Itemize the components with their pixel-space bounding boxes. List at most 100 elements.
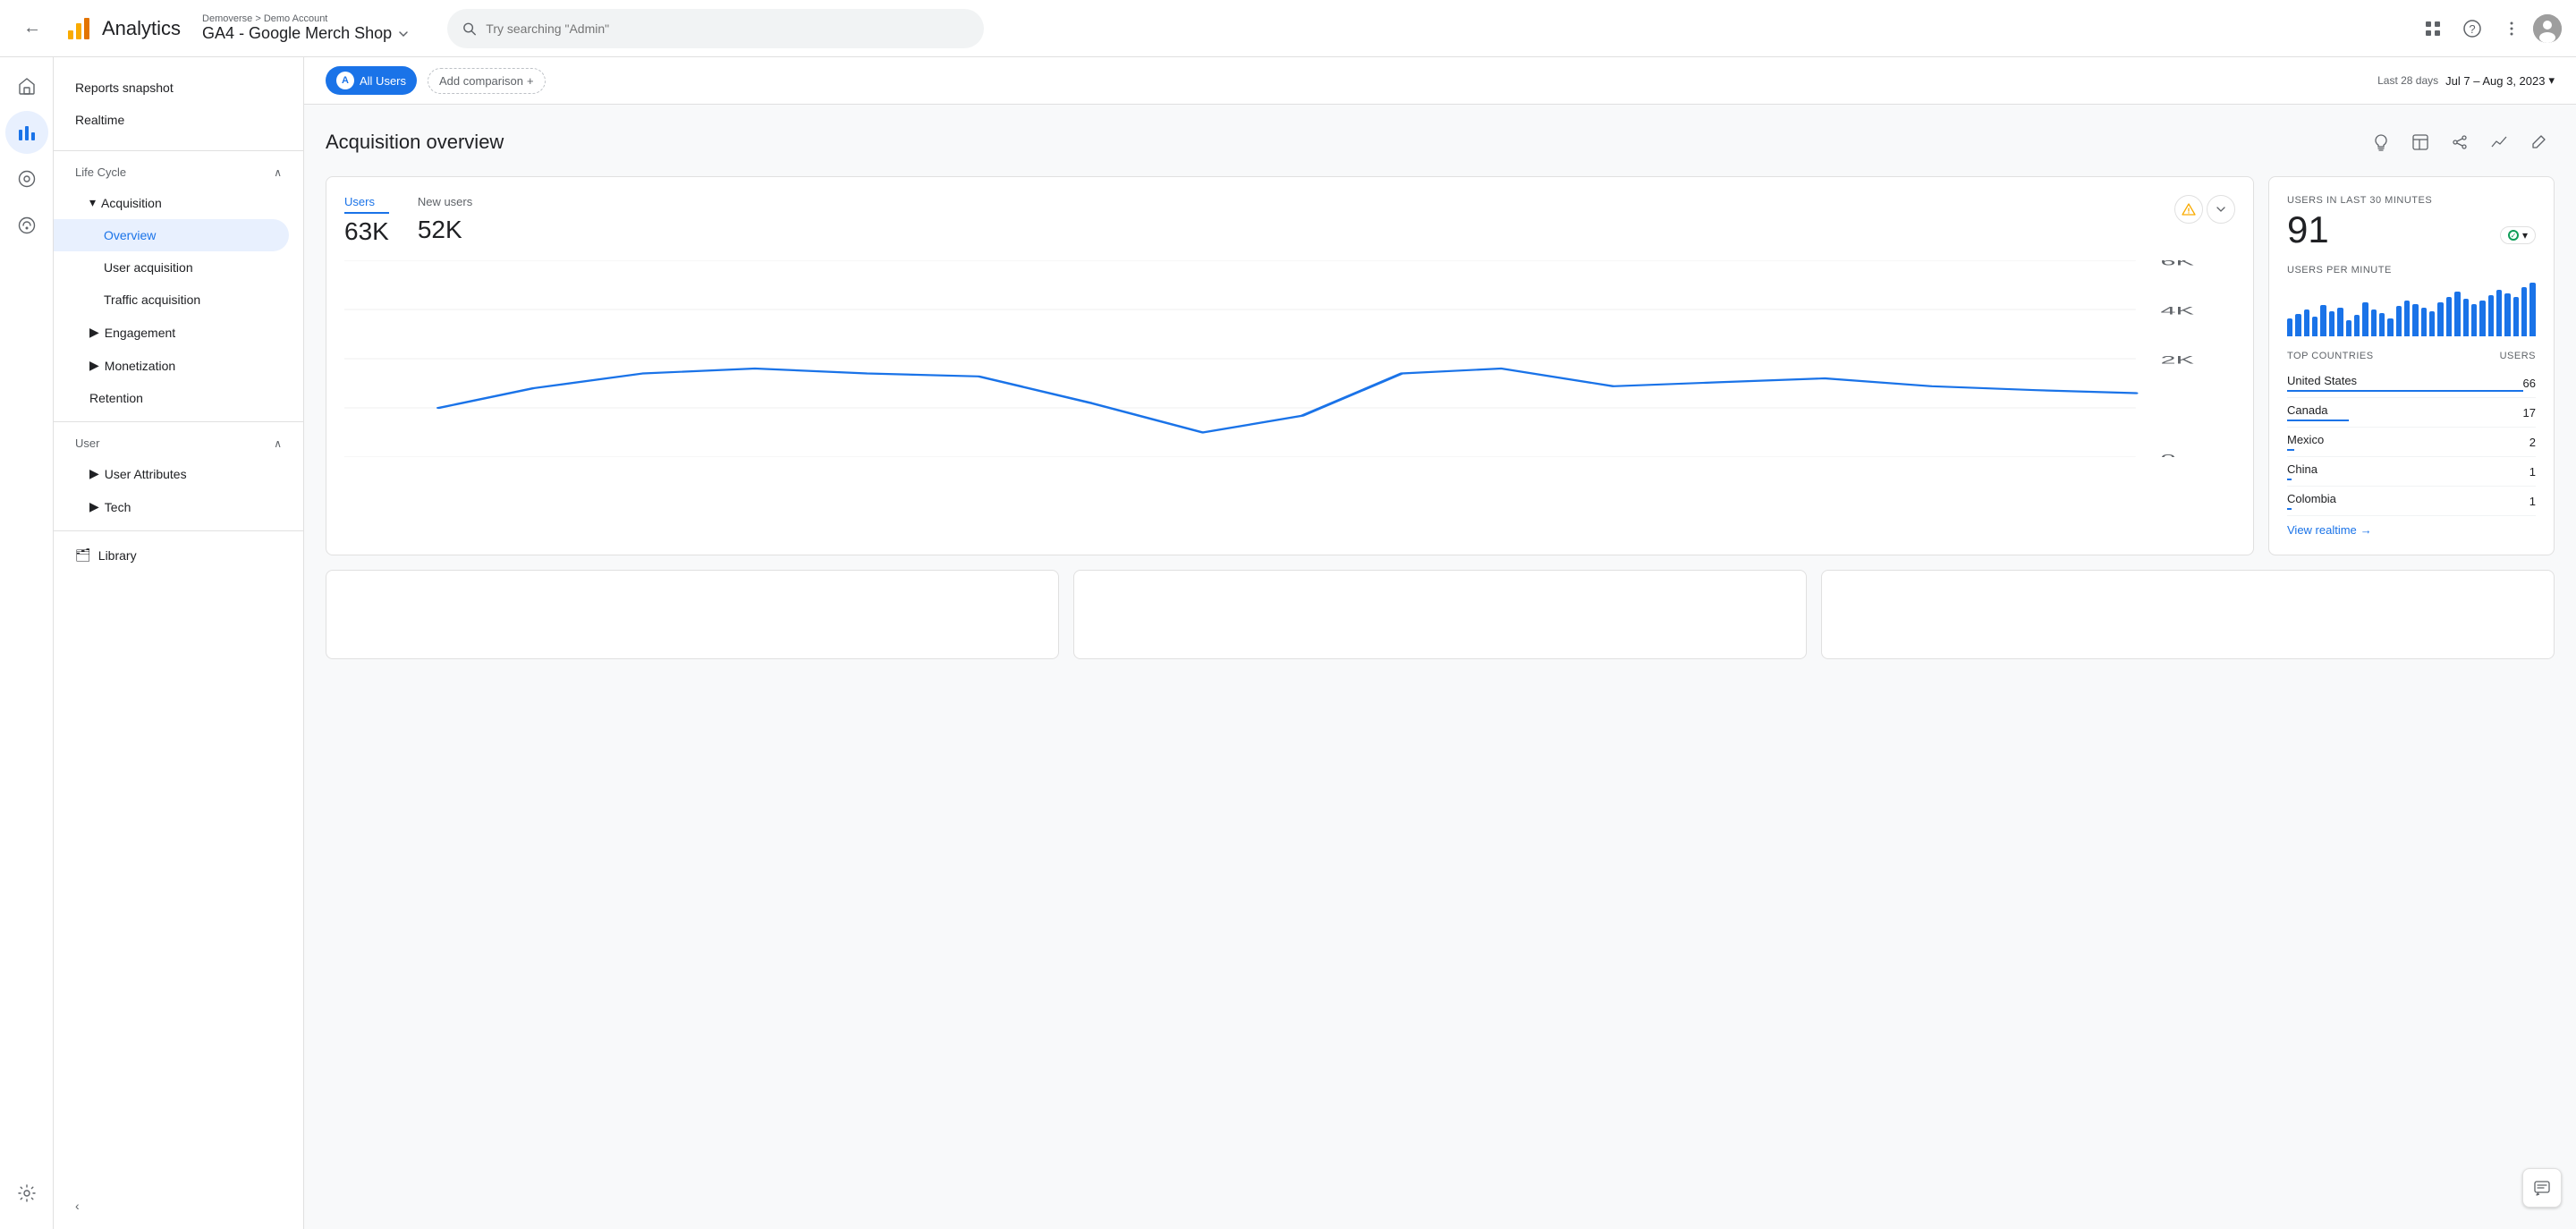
bottom-card-1 <box>326 570 1059 659</box>
mini-bar-item <box>2337 308 2343 336</box>
compare-button[interactable] <box>2483 126 2515 158</box>
mini-bar-item <box>2521 287 2527 336</box>
search-input[interactable] <box>486 21 970 36</box>
avatar[interactable] <box>2533 14 2562 43</box>
metrics-row: Users 63K New users 52K <box>344 195 2235 246</box>
insights-button[interactable] <box>2365 126 2397 158</box>
country-users: 1 <box>2529 465 2536 479</box>
analytics-logo-icon <box>64 14 93 43</box>
user-expand-icon: ∧ <box>274 437 282 450</box>
feedback-button[interactable] <box>2522 1168 2562 1208</box>
main-chart-card: Users 63K New users 52K <box>326 176 2254 555</box>
user-section-header[interactable]: User ∧ <box>54 429 303 457</box>
mini-bar-item <box>2513 297 2519 336</box>
sidebar-item-traffic-acquisition[interactable]: Traffic acquisition <box>54 284 303 316</box>
svg-text:4K: 4K <box>2161 305 2195 318</box>
alert-button[interactable] <box>2174 195 2203 224</box>
sidebar-divider-3 <box>54 530 303 531</box>
edit-button[interactable] <box>2522 126 2555 158</box>
page-title-row: Acquisition overview <box>326 126 2555 158</box>
share-button[interactable] <box>2444 126 2476 158</box>
countries-header: TOP COUNTRIES USERS <box>2287 351 2536 361</box>
sidebar-item-retention[interactable]: Retention <box>54 382 303 414</box>
sidebar-item-library[interactable]: 🗂 Library <box>54 538 303 572</box>
feedback-icon <box>2533 1179 2551 1197</box>
sidebar-item-reports-snapshot[interactable]: Reports snapshot <box>54 72 303 104</box>
mini-bar-item <box>2329 311 2334 336</box>
mini-bar-item <box>2488 295 2494 336</box>
sidebar-item-monetization[interactable]: ▶ Monetization <box>54 349 303 382</box>
engagement-bullet-icon: ▶ <box>89 325 99 340</box>
sidebar-collapse-button[interactable]: ‹ <box>54 1190 303 1222</box>
top-header: ← Analytics Demoverse > Demo Account GA4… <box>0 0 2576 57</box>
main-container: Reports snapshot Realtime Life Cycle ∧ ▾… <box>0 57 2576 1229</box>
country-users: 17 <box>2523 406 2536 420</box>
add-icon: + <box>527 74 534 88</box>
nav-explore[interactable] <box>5 157 48 200</box>
search-icon <box>462 21 477 37</box>
sidebar-item-user-acquisition[interactable]: User acquisition <box>54 251 303 284</box>
all-users-filter-chip[interactable]: A All Users <box>326 66 417 95</box>
line-chart: 6K 4K 2K 0 09 Jul 16 23 30 <box>344 260 2235 457</box>
sidebar-item-user-attributes[interactable]: ▶ User Attributes <box>54 457 303 490</box>
new-users-metric-value: 52K <box>418 216 472 244</box>
mini-bar-item <box>2421 308 2427 336</box>
apps-button[interactable] <box>2415 11 2451 47</box>
mini-bar-item <box>2371 309 2377 336</box>
user-attributes-bullet-icon: ▶ <box>89 466 99 481</box>
metric-dropdown-button[interactable] <box>2207 195 2235 224</box>
sidebar-item-acquisition[interactable]: ▾ Acquisition <box>54 186 303 219</box>
sidebar-item-overview[interactable]: Overview <box>54 219 289 251</box>
country-users: 66 <box>2523 377 2536 390</box>
content-header-bar: A All Users Add comparison + Last 28 day… <box>304 57 2576 105</box>
help-button[interactable]: ? <box>2454 11 2490 47</box>
mini-bar-item <box>2354 315 2360 336</box>
country-users: 1 <box>2529 495 2536 508</box>
lifecycle-section-header[interactable]: Life Cycle ∧ <box>54 158 303 186</box>
header-actions: ? <box>2415 11 2562 47</box>
nav-reports[interactable] <box>5 111 48 154</box>
new-users-metric[interactable]: New users 52K <box>418 195 472 244</box>
status-dropdown-icon: ▾ <box>2522 229 2528 242</box>
bottom-card-3 <box>1821 570 2555 659</box>
logo-area: Analytics <box>64 14 181 43</box>
nav-advertising[interactable] <box>5 204 48 247</box>
nav-home[interactable] <box>5 64 48 107</box>
content-area: A All Users Add comparison + Last 28 day… <box>304 57 2576 1229</box>
more-button[interactable] <box>2494 11 2529 47</box>
customize-report-button[interactable] <box>2404 126 2436 158</box>
country-bar <box>2287 420 2349 421</box>
lifecycle-expand-icon: ∧ <box>274 166 282 179</box>
sidebar: Reports snapshot Realtime Life Cycle ∧ ▾… <box>54 57 304 1229</box>
page-content: Acquisition overview <box>304 105 2576 681</box>
countries-list: United States 66 Canada 17 Mexico 2 Chin… <box>2287 369 2536 516</box>
view-realtime-link[interactable]: View realtime → <box>2287 523 2536 537</box>
more-icon <box>2503 20 2521 38</box>
country-name: United States <box>2287 374 2523 392</box>
account-selector[interactable]: GA4 - Google Merch Shop <box>202 24 411 43</box>
sidebar-item-realtime[interactable]: Realtime <box>54 104 303 136</box>
sidebar-top-items: Reports snapshot Realtime <box>54 64 303 143</box>
mini-bar-item <box>2429 311 2435 336</box>
account-dropdown-icon <box>395 26 411 42</box>
back-button[interactable]: ← <box>14 11 50 47</box>
svg-text:0: 0 <box>2161 453 2176 457</box>
share-icon <box>2451 133 2469 151</box>
monetization-bullet-icon: ▶ <box>89 358 99 373</box>
mini-bar-item <box>2304 309 2309 336</box>
arrow-icon: → <box>2360 523 2372 537</box>
mini-bar-item <box>2320 305 2326 336</box>
users-metric[interactable]: Users 63K <box>344 195 389 246</box>
search-bar[interactable] <box>447 9 984 48</box>
sidebar-item-tech[interactable]: ▶ Tech <box>54 490 303 523</box>
nav-settings[interactable] <box>5 1172 48 1215</box>
sidebar-item-engagement[interactable]: ▶ Engagement <box>54 316 303 349</box>
date-range-selector[interactable]: Last 28 days Jul 7 – Aug 3, 2023 ▾ <box>2377 73 2555 88</box>
bottom-cards-row <box>326 570 2555 659</box>
mini-bar-item <box>2529 283 2535 336</box>
add-comparison-button[interactable]: Add comparison + <box>428 68 546 94</box>
country-row: China 1 <box>2287 457 2536 487</box>
users-metric-value: 63K <box>344 217 389 246</box>
mini-bar-item <box>2387 318 2393 336</box>
realtime-status-chip[interactable]: ▾ <box>2500 226 2536 244</box>
